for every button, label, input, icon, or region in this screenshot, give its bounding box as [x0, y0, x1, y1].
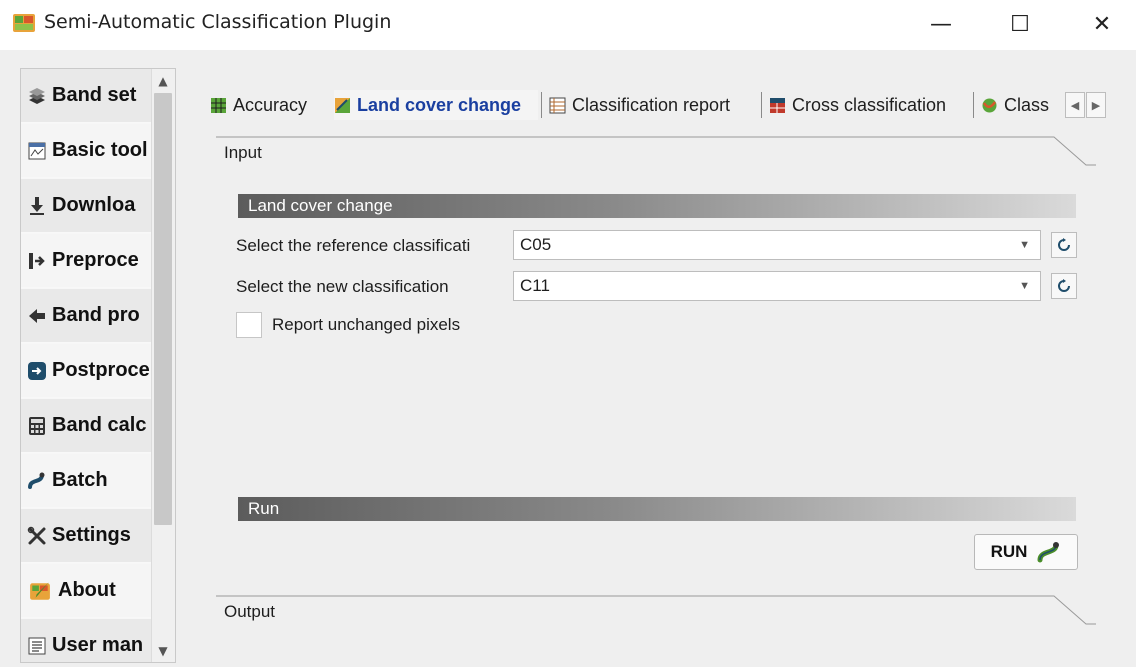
refresh-new-button[interactable]: [1051, 273, 1077, 299]
preprocessing-icon: [29, 252, 45, 269]
postprocessing-icon: [28, 361, 46, 380]
refresh-icon: [1058, 279, 1070, 292]
output-group-divider: [216, 595, 1096, 625]
new-classification-value: C11: [520, 276, 550, 295]
sidebar-item-basic-tools[interactable]: Basic tool: [21, 124, 151, 178]
sidebar-item-label: Band calc: [52, 414, 147, 436]
band-set-icon: [29, 87, 45, 104]
class-signature-icon: [982, 98, 997, 112]
run-header: Run: [238, 497, 1076, 521]
app-logo-icon: [13, 14, 35, 32]
cross-classification-icon: [770, 97, 785, 113]
refresh-icon: [1058, 238, 1070, 251]
download-icon: [30, 196, 44, 215]
report-unchanged-label[interactable]: Report unchanged pixels: [272, 315, 460, 335]
sidebar-item-band-processing[interactable]: Band pro: [21, 289, 151, 343]
land-cover-change-header: Land cover change: [238, 194, 1076, 218]
sidebar-item-about[interactable]: About: [21, 564, 151, 618]
chevron-down-icon: ▼: [1019, 280, 1030, 292]
sidebar-item-label: Postproce: [52, 359, 150, 381]
tab-separator: [973, 92, 974, 118]
sidebar-item-batch[interactable]: Batch: [21, 454, 151, 508]
sidebar-item-label: Settings: [52, 524, 131, 546]
tab-label: Land cover change: [357, 94, 522, 115]
basic-tools-icon: [28, 142, 46, 159]
sidebar-item-label: About: [58, 579, 116, 601]
sidebar-item-label: Band pro: [52, 304, 140, 326]
run-button[interactable]: RUN: [974, 534, 1078, 570]
land-cover-change-icon: [335, 97, 350, 113]
sidebar-item-label: Downloa: [52, 194, 136, 216]
run-button-label: RUN: [990, 542, 1028, 561]
user-manual-icon: [28, 637, 46, 654]
input-group-divider: [216, 136, 1096, 166]
sidebar-item-download[interactable]: Downloa: [21, 179, 151, 233]
sidebar-scrollbar-thumb[interactable]: [154, 93, 172, 525]
chevron-down-icon: ▼: [1019, 239, 1030, 251]
content-panel: Accuracy Land cover change Classificatio…: [196, 50, 1126, 667]
about-icon: [30, 581, 50, 600]
tab-label: Class: [1004, 94, 1050, 115]
reference-classification-value: C05: [520, 235, 552, 254]
window-title: Semi-Automatic Classification Plugin: [44, 11, 392, 33]
new-classification-select[interactable]: C11 ▼: [513, 271, 1041, 301]
band-processing-icon: [29, 308, 45, 323]
batch-icon: [28, 472, 45, 489]
sidebar-item-label: Batch: [52, 469, 108, 491]
sidebar-item-label: Preproce: [52, 249, 139, 271]
tab-land-cover-change[interactable]: Land cover change: [334, 90, 538, 120]
tab-scroll-left-icon[interactable]: ◀: [1065, 92, 1085, 118]
sidebar-item-settings[interactable]: Settings: [21, 509, 151, 563]
report-unchanged-checkbox[interactable]: [236, 312, 262, 338]
sidebar-item-band-calc[interactable]: Band calc: [21, 399, 151, 453]
close-button[interactable]: ✕: [1079, 8, 1125, 40]
reference-classification-select[interactable]: C05 ▼: [513, 230, 1041, 260]
minimize-button[interactable]: —: [918, 8, 964, 40]
sidebar-item-label: User man: [52, 634, 144, 656]
new-classification-label: Select the new classification: [236, 277, 449, 296]
tab-label: Cross classification: [792, 94, 947, 115]
sidebar-item-postprocessing[interactable]: Postproce: [21, 344, 151, 398]
settings-icon: [27, 526, 46, 544]
sidebar-item-label: Basic tool: [52, 139, 148, 161]
tab-separator: [541, 92, 542, 118]
tab-classification-report[interactable]: Classification report: [549, 90, 757, 120]
scroll-down-icon[interactable]: ▼: [152, 641, 174, 661]
tab-bar: Accuracy Land cover change Classificatio…: [204, 82, 1114, 122]
tab-label: Accuracy: [233, 94, 308, 115]
sidebar-item-band-set[interactable]: Band set: [21, 69, 151, 123]
classification-report-icon: [549, 97, 566, 113]
sidebar: Band set Basic tool Downloa Preproce Ban…: [20, 68, 176, 663]
run-icon: [1037, 542, 1060, 563]
accuracy-icon: [211, 97, 226, 113]
scroll-up-icon[interactable]: ▲: [152, 71, 174, 91]
tab-cross-classification[interactable]: Cross classification: [769, 90, 969, 120]
reference-classification-label: Select the reference classificati: [236, 236, 471, 255]
sidebar-item-preprocessing[interactable]: Preproce: [21, 234, 151, 288]
title-bar: Semi-Automatic Classification Plugin — ☐…: [0, 0, 1136, 50]
tab-accuracy[interactable]: Accuracy: [210, 90, 328, 120]
refresh-reference-button[interactable]: [1051, 232, 1077, 258]
tab-separator: [761, 92, 762, 118]
sidebar-item-label: Band set: [52, 84, 137, 106]
band-calc-icon: [29, 416, 45, 435]
maximize-button[interactable]: ☐: [997, 8, 1043, 40]
plugin-window: Band set Basic tool Downloa Preproce Ban…: [0, 50, 1136, 667]
tab-class[interactable]: Class: [981, 90, 1061, 120]
sidebar-item-user-manual[interactable]: User man: [21, 619, 151, 662]
tab-label: Classification report: [572, 94, 731, 115]
tab-scroll-right-icon[interactable]: ▶: [1086, 92, 1106, 118]
